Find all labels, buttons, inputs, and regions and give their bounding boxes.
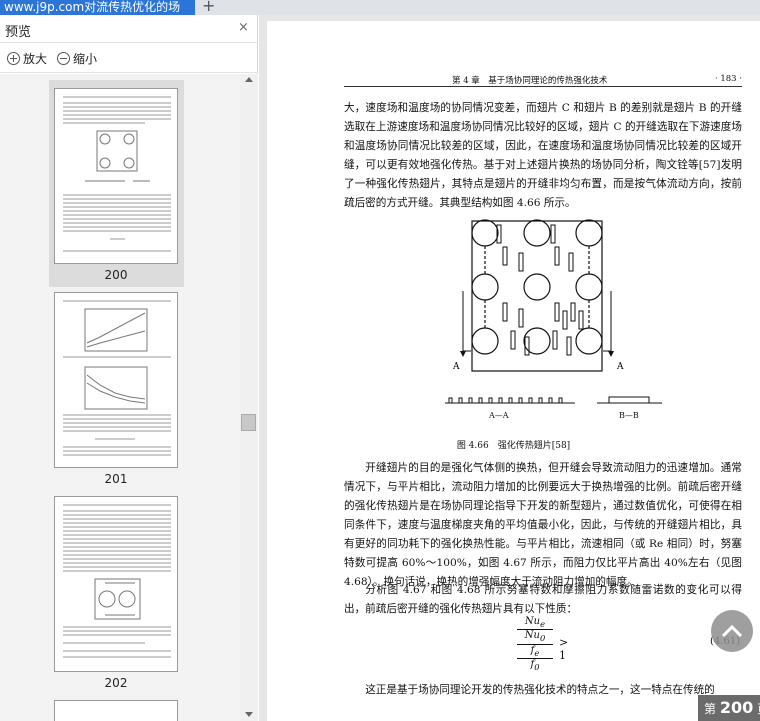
- zoom-toolbar: 放大 缩小: [0, 43, 258, 73]
- preview-sidebar: 预览 × 放大 缩小 200 201 202: [0, 15, 258, 721]
- page-number-badge: 第 200 页: [698, 695, 760, 721]
- zoom-in-button[interactable]: 放大: [7, 50, 47, 67]
- thumbnail-page-200[interactable]: [54, 88, 178, 264]
- nu-0: Nu: [524, 630, 540, 641]
- nu-e: Nu: [524, 616, 541, 627]
- back-to-top-button[interactable]: [711, 610, 753, 652]
- tab-bar: www.j9p.com对流传热优化的场 +: [0, 0, 760, 15]
- nu-0-sub: 0: [539, 633, 546, 643]
- zoom-out-label: 缩小: [73, 52, 98, 66]
- sidebar-scrollbar[interactable]: [240, 74, 258, 721]
- chevron-up-icon: [721, 624, 743, 638]
- figure-caption: 图 4.66 强化传热翅片[58]: [456, 441, 571, 451]
- thumbnail-page-number: 200: [104, 268, 128, 282]
- sidebar-close-button[interactable]: ×: [238, 20, 249, 35]
- equation-4-61: Nue Nu0 fe f0 > 1: [517, 616, 577, 676]
- zoom-in-label: 放大: [23, 52, 48, 66]
- figure-4-66: A A A—A B—B: [427, 211, 677, 451]
- document-viewer[interactable]: 第 4 章 基于场协同理论的传热强化技术 · 183 · 大，速度场和温度场的协…: [259, 15, 760, 721]
- thumbnail-page-203[interactable]: [54, 700, 178, 721]
- section-mark-a-left: A: [452, 362, 460, 372]
- zoom-in-icon: [7, 52, 20, 65]
- thumbnail-page-201[interactable]: [54, 292, 178, 468]
- sidebar-title: 预览: [5, 25, 32, 40]
- f-0-sub: 0: [534, 662, 540, 672]
- chapter-title: 第 4 章 基于场协同理论的传热强化技术: [452, 76, 608, 86]
- page-badge-prefix: 第: [704, 702, 717, 716]
- document-page: 第 4 章 基于场协同理论的传热强化技术 · 183 · 大，速度场和温度场的协…: [267, 21, 760, 721]
- sidebar-header: 预览 ×: [0, 15, 258, 43]
- document-tab[interactable]: www.j9p.com对流传热优化的场: [0, 0, 195, 15]
- running-header: 第 4 章 基于场协同理论的传热强化技术 · 183 ·: [344, 73, 742, 87]
- zoom-out-icon: [57, 52, 70, 65]
- thumbnail-page-202[interactable]: [54, 496, 178, 672]
- equation-fraction: Nue Nu0 fe f0: [517, 616, 553, 672]
- fin-structure-diagram: A A: [445, 219, 662, 404]
- thumbnail-page-202-preview: [63, 504, 171, 658]
- header-page-number: · 183 ·: [714, 74, 742, 84]
- f-e-sub: e: [534, 648, 540, 658]
- thumbnail-page-200-preview: [63, 96, 171, 252]
- paragraph-3: 分析图 4.67 和图 4.68 所示努塞特数和摩擦阻力系数随雷诺数的变化可以得…: [344, 584, 742, 615]
- paragraph-1: 大，速度场和温度场的协同情况变差，而翅片 C 和翅片 B 的差别就是翅片 B 的…: [344, 102, 742, 209]
- thumbnail-page-number: 201: [104, 472, 128, 486]
- scroll-down-icon[interactable]: [245, 712, 253, 717]
- section-mark-a-right: A: [616, 362, 624, 372]
- thumbnail-page-201-preview: [63, 300, 171, 456]
- page-badge-number: 200: [719, 698, 754, 717]
- scroll-up-icon[interactable]: [245, 77, 253, 82]
- zoom-out-button[interactable]: 缩小: [57, 50, 97, 67]
- thumbnail-list: 200 201 202: [0, 74, 240, 721]
- section-label-aa: A—A: [489, 411, 509, 420]
- equation-relation: > 1: [559, 636, 569, 662]
- paragraph-4: 这正是基于场协同理论开发的传热强化技术的特点之一，这一特点在传统的: [365, 684, 715, 696]
- section-label-bb: B—B: [619, 411, 639, 420]
- thumbnail-page-number: 202: [104, 676, 128, 690]
- new-tab-button[interactable]: +: [202, 0, 215, 15]
- scrollbar-thumb[interactable]: [241, 414, 256, 431]
- nu-e-sub: e: [540, 619, 546, 629]
